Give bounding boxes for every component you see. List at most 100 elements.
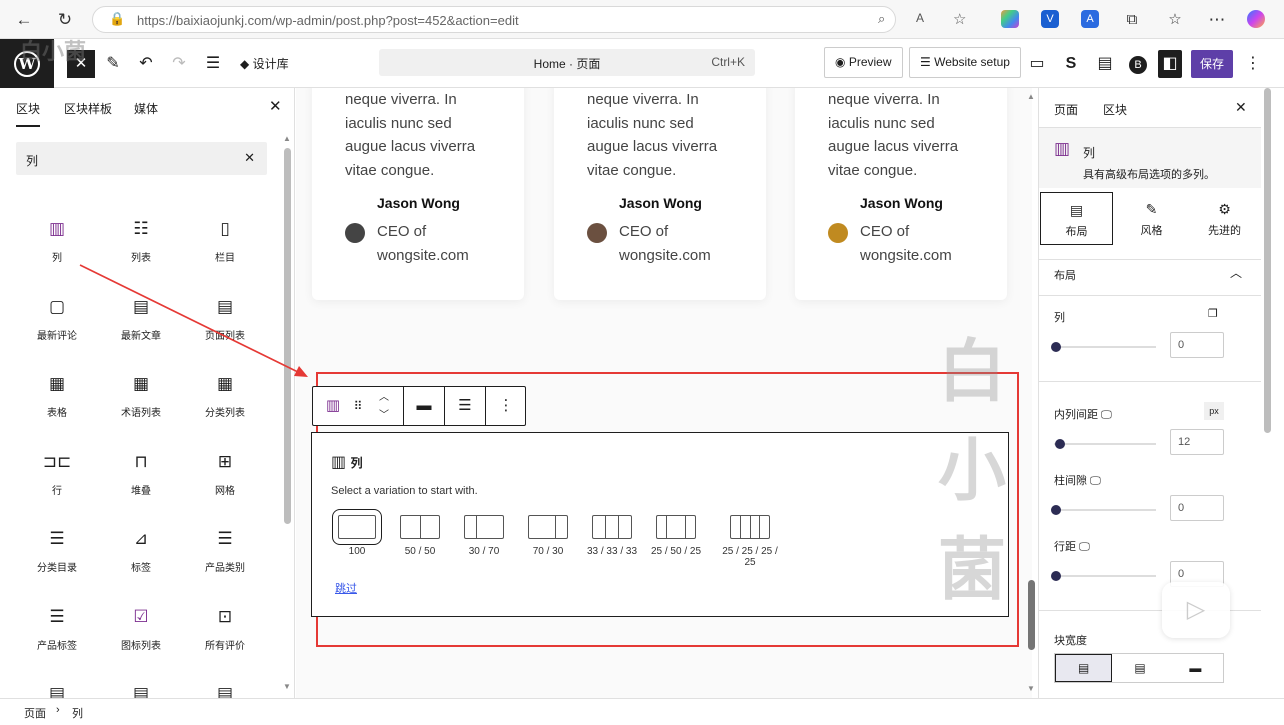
- extension-v-icon[interactable]: V: [1041, 10, 1059, 28]
- column-gap-slider[interactable]: [1051, 505, 1156, 515]
- refresh-icon[interactable]: ↻: [53, 8, 77, 32]
- translate-icon[interactable]: A: [1081, 10, 1099, 28]
- close-inserter-button[interactable]: ✕: [67, 50, 95, 78]
- inner-gap-slider[interactable]: [1054, 439, 1156, 449]
- block-item[interactable]: ▦ 分类列表: [185, 371, 265, 419]
- document-icon[interactable]: ▤: [1094, 50, 1116, 78]
- slider-knob[interactable]: [1051, 342, 1061, 352]
- redo-icon[interactable]: ↷: [168, 50, 190, 78]
- options-icon[interactable]: ⋮: [1243, 50, 1263, 78]
- search-input[interactable]: 列 ✕: [16, 142, 267, 175]
- chevron-up-icon[interactable]: ︿: [1230, 264, 1242, 281]
- column-gap-input[interactable]: 0: [1170, 495, 1224, 521]
- block-item[interactable]: ☰ 产品标签: [17, 604, 97, 652]
- block-item[interactable]: ☷ 列表: [101, 216, 181, 264]
- block-item[interactable]: ▤ 最新文章: [101, 294, 181, 342]
- slider-knob[interactable]: [1055, 439, 1065, 449]
- sidebar-scrollbar[interactable]: [1264, 88, 1271, 433]
- copy-icon[interactable]: ❐: [1208, 307, 1218, 320]
- skip-link[interactable]: 跳过: [335, 580, 357, 596]
- block-item[interactable]: ▦ 术语列表: [101, 371, 181, 419]
- variation-option[interactable]: 25 / 50 / 25: [646, 515, 706, 557]
- variation-option[interactable]: 30 / 70: [454, 515, 514, 557]
- device-preview-icon[interactable]: ▭: [1026, 50, 1048, 78]
- more-options-icon[interactable]: ⋮: [485, 387, 526, 425]
- block-item[interactable]: ⊞ 网格: [185, 449, 265, 497]
- scroll-up-icon[interactable]: ▲: [283, 134, 291, 143]
- preview-button[interactable]: ◉ Preview: [824, 47, 903, 78]
- more-icon[interactable]: ⋯: [1205, 8, 1229, 32]
- tab-page[interactable]: 页面: [1054, 101, 1078, 118]
- design-library-button[interactable]: ◆ 设计库: [240, 50, 300, 78]
- inner-gap-input[interactable]: 12: [1170, 429, 1224, 455]
- columns-slider[interactable]: [1051, 342, 1156, 352]
- canvas-scrollbar[interactable]: [1028, 580, 1035, 650]
- stackable-icon[interactable]: S: [1060, 50, 1082, 78]
- close-icon[interactable]: ✕: [269, 97, 282, 115]
- variation-option[interactable]: 33 / 33 / 33: [582, 515, 642, 557]
- extension-icon[interactable]: [1001, 10, 1019, 28]
- undo-icon[interactable]: ↶: [135, 50, 157, 78]
- save-button[interactable]: 保存: [1191, 50, 1233, 78]
- width-full-icon[interactable]: ▬: [1168, 654, 1223, 682]
- canvas-scroll-down-icon[interactable]: ▼: [1027, 684, 1035, 693]
- subtab-advanced[interactable]: ⚙ 先进的: [1188, 192, 1261, 245]
- command-palette[interactable]: Home · 页面 Ctrl+K: [379, 49, 755, 76]
- plugin-b-icon[interactable]: B: [1127, 50, 1149, 78]
- block-item[interactable]: ☰ 分类目录: [17, 526, 97, 574]
- address-bar[interactable]: 🔒 https://baixiaojunkj.com/wp-admin/post…: [92, 6, 966, 33]
- desktop-icon[interactable]: 🖵: [1079, 541, 1090, 553]
- variation-option[interactable]: 25 / 25 / 25 / 25: [720, 515, 780, 568]
- block-item[interactable]: ▤ 页面列表: [185, 294, 265, 342]
- settings-sidebar-icon[interactable]: ◧: [1158, 50, 1182, 78]
- block-item[interactable]: ⊡ 所有评价: [185, 604, 265, 652]
- columns-block-icon[interactable]: ▥: [319, 387, 347, 425]
- block-item[interactable]: ▯ 栏目: [185, 216, 265, 264]
- justify-icon[interactable]: ☰: [444, 387, 485, 425]
- columns-input[interactable]: 0: [1170, 332, 1224, 358]
- breadcrumb-columns[interactable]: 列: [72, 705, 83, 721]
- tab-blocks[interactable]: 区块: [16, 100, 41, 127]
- copilot-icon[interactable]: [1247, 10, 1265, 28]
- variation-option[interactable]: 50 / 50: [390, 515, 450, 557]
- list-view-icon[interactable]: ☰: [202, 50, 224, 78]
- read-aloud-icon[interactable]: A: [916, 11, 924, 25]
- slider-knob[interactable]: [1051, 571, 1061, 581]
- tab-media[interactable]: 媒体: [134, 100, 158, 117]
- move-up-down-icon[interactable]: ︿ ﹀: [369, 387, 399, 425]
- desktop-icon[interactable]: 🖵: [1101, 409, 1112, 421]
- variation-option[interactable]: 70 / 30: [518, 515, 578, 557]
- block-item[interactable]: ▢ 最新评论: [17, 294, 97, 342]
- website-setup-button[interactable]: ☰ Website setup: [909, 47, 1021, 78]
- scroll-down-icon[interactable]: ▼: [283, 682, 291, 691]
- tab-patterns[interactable]: 区块样板: [64, 100, 112, 117]
- unit-toggle[interactable]: px: [1204, 402, 1224, 420]
- width-wide-icon[interactable]: ▤: [1112, 654, 1167, 682]
- width-content-icon[interactable]: ▤: [1055, 654, 1113, 682]
- puzzle-icon[interactable]: ⧉: [1120, 8, 1144, 32]
- favorites-icon[interactable]: ☆: [1163, 8, 1187, 32]
- favorite-star-icon[interactable]: ☆: [953, 10, 966, 28]
- pencil-icon[interactable]: ✎: [102, 50, 124, 78]
- scrollbar[interactable]: [284, 148, 291, 524]
- back-icon[interactable]: ←: [12, 8, 36, 32]
- drag-handle-icon[interactable]: ⠿: [347, 387, 369, 425]
- subtab-style[interactable]: ✎ 风格: [1115, 192, 1188, 245]
- wordpress-logo[interactable]: W: [0, 39, 54, 88]
- canvas-scroll-up-icon[interactable]: ▲: [1027, 92, 1035, 101]
- breadcrumb-page[interactable]: 页面: [24, 705, 46, 721]
- block-item[interactable]: ⊿ 标签: [101, 526, 181, 574]
- zoom-icon[interactable]: ⌕: [878, 11, 885, 27]
- layout-section-title[interactable]: 布局: [1054, 267, 1076, 283]
- block-item[interactable]: ⊐⊏ 行: [17, 449, 97, 497]
- block-item[interactable]: ⊓ 堆叠: [101, 449, 181, 497]
- video-play-icon[interactable]: ▷: [1162, 582, 1230, 638]
- desktop-icon[interactable]: 🖵: [1090, 475, 1101, 487]
- align-icon[interactable]: ▬: [403, 387, 444, 425]
- variation-option[interactable]: 100: [327, 509, 387, 557]
- slider-knob[interactable]: [1051, 505, 1061, 515]
- close-sidebar-icon[interactable]: ✕: [1235, 99, 1247, 116]
- block-item[interactable]: ▥ 列: [17, 216, 97, 264]
- block-item[interactable]: ☰ 产品类别: [185, 526, 265, 574]
- clear-search-icon[interactable]: ✕: [244, 150, 255, 166]
